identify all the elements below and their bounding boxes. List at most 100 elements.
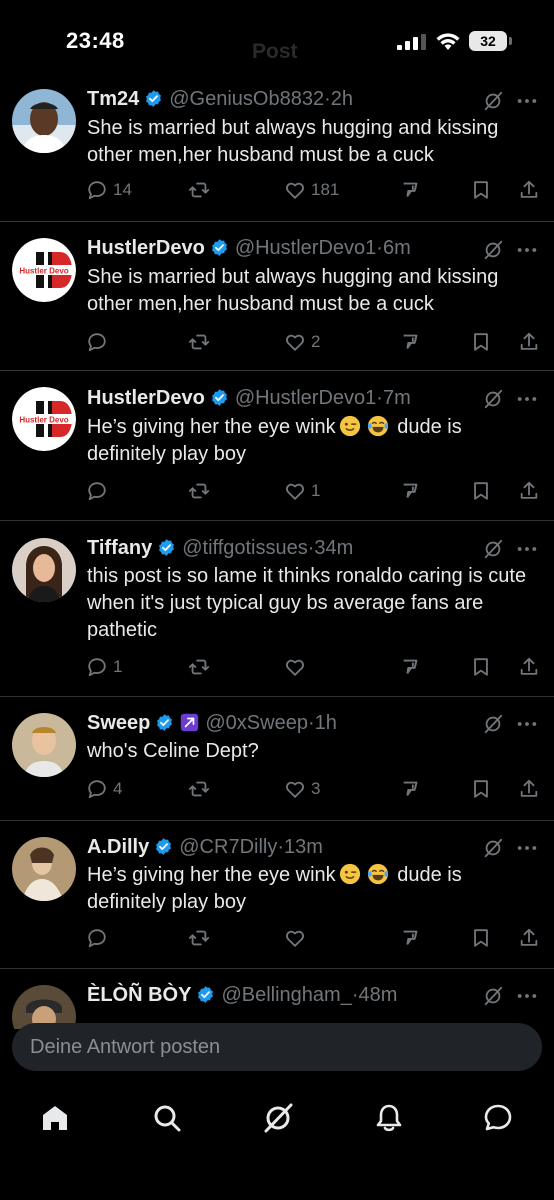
grok-icon[interactable] — [482, 985, 504, 1007]
more-icon[interactable] — [516, 544, 538, 554]
grok-icon[interactable] — [482, 388, 504, 410]
like-button[interactable] — [284, 654, 311, 680]
reply-post[interactable]: Sweep @0xSweep·1h who's Celine Dept? 4 3 — [0, 697, 554, 821]
display-name[interactable]: Tiffany — [87, 537, 152, 559]
display-name[interactable]: Sweep — [87, 712, 150, 734]
display-name[interactable]: ÈLÒÑ BÒY — [87, 984, 191, 1006]
reply-button[interactable]: 14 — [86, 177, 132, 203]
reply-post[interactable]: Hustler Devo HustlerDevo @HustlerDevo1·6m… — [0, 222, 554, 371]
stats-button[interactable] — [400, 329, 422, 355]
like-count: 3 — [311, 779, 321, 798]
reply-post[interactable]: Tm24 @GeniusOb8832·2h She is married but … — [0, 80, 554, 222]
grok-icon[interactable] — [482, 90, 504, 112]
search-icon[interactable] — [151, 1102, 183, 1134]
reply-button[interactable] — [86, 478, 113, 504]
share-button[interactable] — [518, 478, 540, 504]
post-text: this post is so lame it thinks ronaldo c… — [87, 565, 527, 641]
more-icon[interactable] — [516, 719, 538, 729]
user-handle[interactable]: @Bellingham_ — [221, 984, 351, 1006]
bookmark-button[interactable] — [470, 654, 492, 680]
bookmark-button[interactable] — [470, 925, 492, 951]
reply-post[interactable]: Hustler Devo HustlerDevo @HustlerDevo1·7m… — [0, 371, 554, 521]
stats-button[interactable] — [400, 925, 422, 951]
share-button[interactable] — [518, 776, 540, 802]
display-name[interactable]: Tm24 — [87, 88, 139, 110]
grok-icon[interactable] — [482, 239, 504, 261]
retweet-button[interactable] — [188, 654, 215, 680]
more-icon[interactable] — [516, 245, 538, 255]
like-button[interactable]: 1 — [284, 478, 320, 504]
reply-input[interactable]: Deine Antwort posten — [12, 1023, 542, 1071]
bookmark-button[interactable] — [470, 776, 492, 802]
user-handle[interactable]: @0xSweep — [205, 712, 308, 734]
post-age: 48m — [358, 984, 398, 1006]
avatar[interactable]: Hustler Devo — [12, 238, 76, 302]
stats-button[interactable] — [400, 654, 422, 680]
stats-button[interactable] — [400, 478, 422, 504]
grok-icon[interactable] — [482, 538, 504, 560]
home-icon[interactable] — [39, 1102, 71, 1134]
display-name[interactable]: A.Dilly — [87, 836, 149, 858]
retweet-icon — [188, 480, 210, 502]
bookmark-button[interactable] — [470, 478, 492, 504]
reply-button[interactable] — [86, 329, 113, 355]
display-name[interactable]: HustlerDevo — [87, 387, 205, 409]
separator: · — [324, 88, 331, 110]
retweet-button[interactable] — [188, 177, 215, 203]
avatar[interactable] — [12, 89, 76, 153]
share-button[interactable] — [518, 654, 540, 680]
bookmark-icon — [470, 656, 492, 678]
more-icon[interactable] — [516, 991, 538, 1001]
grok-nav-icon[interactable] — [262, 1102, 294, 1134]
more-icon[interactable] — [516, 843, 538, 853]
reply-post[interactable]: A.Dilly @CR7Dilly·13m He’s giving her the… — [0, 821, 554, 969]
share-button[interactable] — [518, 329, 540, 355]
avatar[interactable] — [12, 837, 76, 901]
retweet-button[interactable] — [188, 776, 215, 802]
like-button[interactable]: 181 — [284, 177, 339, 203]
like-icon — [284, 331, 306, 353]
post-actions: 1 — [86, 654, 542, 680]
hustler-logo-text: Hustler Devo — [19, 416, 68, 425]
user-handle[interactable]: @CR7Dilly — [179, 836, 277, 858]
reply-button[interactable] — [86, 925, 113, 951]
reply-post[interactable]: ÈLÒÑ BÒY @Bellingham_·48m — [0, 969, 554, 1029]
more-icon[interactable] — [516, 394, 538, 404]
post-header: A.Dilly @CR7Dilly·13m — [87, 834, 323, 860]
grok-icon[interactable] — [482, 713, 504, 735]
like-button[interactable]: 2 — [284, 329, 320, 355]
stats-button[interactable] — [400, 177, 422, 203]
retweet-button[interactable] — [188, 478, 215, 504]
retweet-button[interactable] — [188, 329, 215, 355]
user-handle[interactable]: @HustlerDevo1 — [235, 387, 376, 409]
post-header: HustlerDevo @HustlerDevo1·7m — [87, 385, 411, 411]
user-handle[interactable]: @HustlerDevo1 — [235, 237, 376, 259]
user-handle[interactable]: @tiffgotissues — [182, 537, 308, 559]
share-button[interactable] — [518, 925, 540, 951]
bookmark-button[interactable] — [470, 177, 492, 203]
like-button[interactable]: 3 — [284, 776, 320, 802]
post-header: Tm24 @GeniusOb8832·2h — [87, 86, 353, 112]
user-handle[interactable]: @GeniusOb8832 — [169, 88, 324, 110]
avatar[interactable] — [12, 538, 76, 602]
bookmark-button[interactable] — [470, 329, 492, 355]
notifications-icon[interactable] — [373, 1102, 405, 1134]
verified-badge-icon — [210, 238, 229, 257]
messages-icon[interactable] — [482, 1102, 514, 1134]
avatar[interactable] — [12, 713, 76, 777]
reply-button[interactable]: 1 — [86, 654, 122, 680]
display-name[interactable]: HustlerDevo — [87, 237, 205, 259]
reply-button[interactable]: 4 — [86, 776, 122, 802]
avatar[interactable]: Hustler Devo — [12, 387, 76, 451]
grok-icon[interactable] — [482, 837, 504, 859]
reply-post[interactable]: Tiffany @tiffgotissues·34m this post is s… — [0, 521, 554, 697]
post-age: 13m — [284, 836, 323, 858]
verified-badge-icon — [157, 538, 176, 557]
retweet-button[interactable] — [188, 925, 215, 951]
separator: · — [307, 712, 315, 734]
more-icon[interactable] — [516, 96, 538, 106]
share-button[interactable] — [518, 177, 540, 203]
like-button[interactable] — [284, 925, 311, 951]
separator: · — [351, 984, 359, 1006]
stats-button[interactable] — [400, 776, 422, 802]
